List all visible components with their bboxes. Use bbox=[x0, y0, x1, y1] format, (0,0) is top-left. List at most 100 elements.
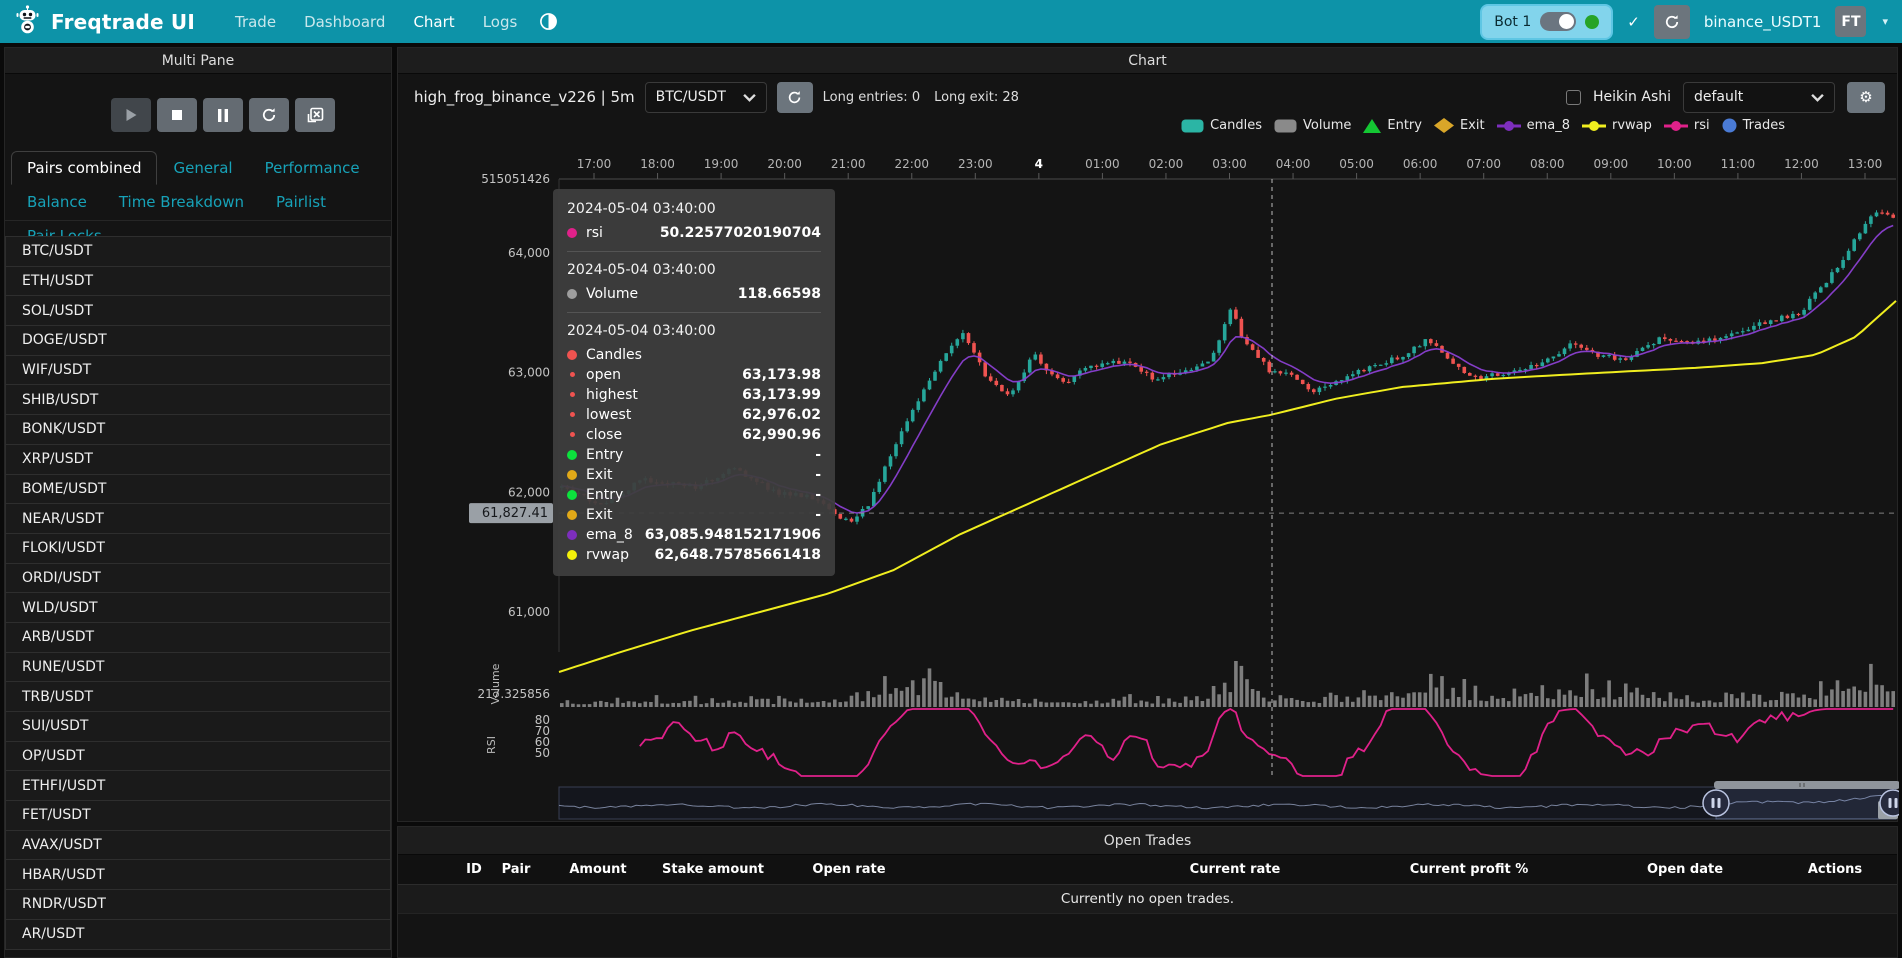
pair-row-near[interactable]: NEAR/USDT bbox=[5, 503, 391, 534]
pair-select[interactable]: BTC/USDT bbox=[645, 82, 767, 113]
pair-row-wld[interactable]: WLD/USDT bbox=[5, 592, 391, 623]
bot-selector[interactable]: Bot 1 bbox=[1480, 4, 1613, 40]
tooltip-value: - bbox=[815, 507, 821, 523]
brand[interactable]: Freqtrade UI bbox=[14, 4, 195, 39]
theme-toggle-icon[interactable] bbox=[539, 12, 558, 31]
pair-row-sui[interactable]: SUI/USDT bbox=[5, 711, 391, 742]
pair-row-ar[interactable]: AR/USDT bbox=[5, 919, 391, 950]
navbar: Freqtrade UI Trade Dashboard Chart Logs Bot… bbox=[0, 0, 1902, 43]
plot-config-select[interactable]: default bbox=[1683, 82, 1835, 113]
tab-pairlist[interactable]: Pairlist bbox=[260, 185, 342, 219]
series-dot-icon bbox=[570, 372, 575, 377]
reload-button[interactable] bbox=[249, 98, 289, 132]
pair-row-sol[interactable]: SOL/USDT bbox=[5, 295, 391, 326]
chevron-down-icon bbox=[1811, 93, 1824, 102]
svg-text:50: 50 bbox=[535, 746, 550, 760]
tooltip-value: - bbox=[815, 447, 821, 463]
nav-link-logs[interactable]: Logs bbox=[483, 13, 518, 31]
pair-row-op[interactable]: OP/USDT bbox=[5, 741, 391, 772]
pair-row-bonk[interactable]: BONK/USDT bbox=[5, 414, 391, 445]
chart-plot-area[interactable]: 17:0018:0019:0020:0021:0022:0023:00401:0… bbox=[398, 144, 1899, 823]
series-dot-icon bbox=[567, 228, 577, 238]
svg-text:19:00: 19:00 bbox=[704, 157, 739, 171]
pair-row-rndr[interactable]: RNDR/USDT bbox=[5, 889, 391, 920]
series-dot-icon bbox=[570, 392, 575, 397]
tooltip-label: open bbox=[586, 367, 742, 383]
chart-refresh-button[interactable] bbox=[777, 82, 813, 113]
open-trades-panel: Open Trades IDPairAmountStake amountOpen… bbox=[397, 826, 1898, 958]
column-header-open-date: Open date bbox=[1647, 862, 1723, 877]
legend-item-exit[interactable]: Exit bbox=[1434, 118, 1485, 133]
pair-row-shib[interactable]: SHIB/USDT bbox=[5, 384, 391, 415]
pair-row-floki[interactable]: FLOKI/USDT bbox=[5, 533, 391, 564]
pair-row-doge[interactable]: DOGE/USDT bbox=[5, 325, 391, 356]
pair-row-btc[interactable]: BTC/USDT bbox=[5, 236, 391, 267]
freqtrade-robot-logo bbox=[14, 4, 41, 39]
chevron-down-icon bbox=[743, 93, 756, 102]
play-button[interactable] bbox=[111, 98, 151, 132]
pair-row-bome[interactable]: BOME/USDT bbox=[5, 474, 391, 505]
svg-text:13:00: 13:00 bbox=[1848, 157, 1883, 171]
tab-time-breakdown[interactable]: Time Breakdown bbox=[103, 185, 260, 219]
legend-item-ema_8[interactable]: ema_8 bbox=[1497, 118, 1570, 133]
empty-message: Currently no open trades. bbox=[1061, 891, 1234, 907]
pair-row-fet[interactable]: FET/USDT bbox=[5, 800, 391, 831]
pair-row-hbar[interactable]: HBAR/USDT bbox=[5, 859, 391, 890]
legend-item-rvwap[interactable]: rvwap bbox=[1582, 118, 1652, 133]
pair-row-eth[interactable]: ETH/USDT bbox=[5, 266, 391, 297]
pair-row-ordi[interactable]: ORDI/USDT bbox=[5, 563, 391, 594]
tooltip-label: rsi bbox=[586, 225, 660, 241]
nav-links: Trade Dashboard Chart Logs bbox=[221, 13, 531, 31]
tab-pairs-combined[interactable]: Pairs combined bbox=[11, 151, 157, 185]
legend-item-entry[interactable]: Entry bbox=[1363, 118, 1422, 133]
bot-toggle[interactable] bbox=[1540, 12, 1576, 31]
tooltip-section: 2024-05-04 03:40:00 rsi 50.2257702019070… bbox=[567, 201, 821, 241]
tooltip-label: Volume bbox=[586, 286, 738, 302]
tooltip-row-lowest: lowest 62,976.02 bbox=[567, 406, 821, 423]
column-header-amount: Amount bbox=[569, 862, 626, 877]
stop-button[interactable] bbox=[157, 98, 197, 132]
legend-item-trades[interactable]: Trades bbox=[1722, 118, 1785, 133]
pair-row-xrp[interactable]: XRP/USDT bbox=[5, 444, 391, 475]
avatar[interactable]: FT bbox=[1835, 6, 1866, 37]
legend-item-candles[interactable]: Candles bbox=[1181, 118, 1262, 133]
tooltip-value: 62,990.96 bbox=[742, 427, 821, 443]
svg-text:10:00: 10:00 bbox=[1657, 157, 1692, 171]
pair-row-arb[interactable]: ARB/USDT bbox=[5, 622, 391, 653]
pair-row-wif[interactable]: WIF/USDT bbox=[5, 355, 391, 386]
nav-link-dashboard[interactable]: Dashboard bbox=[304, 13, 385, 31]
chevron-down-icon[interactable]: ▾ bbox=[1882, 15, 1888, 28]
clear-icon-button[interactable] bbox=[295, 98, 335, 132]
plot-settings-gear-button[interactable]: ⚙ bbox=[1847, 82, 1885, 113]
pair-row-rune[interactable]: RUNE/USDT bbox=[5, 652, 391, 683]
series-dot-icon bbox=[567, 289, 577, 299]
tooltip-row-ema_8: ema_8 63,085.948152171906 bbox=[567, 526, 821, 543]
tooltip-label: Candles bbox=[586, 347, 821, 363]
svg-text:09:00: 09:00 bbox=[1594, 157, 1629, 171]
svg-text:17:00: 17:00 bbox=[577, 157, 612, 171]
svg-text:02:00: 02:00 bbox=[1149, 157, 1184, 171]
tooltip-row-close: close 62,990.96 bbox=[567, 426, 821, 443]
open-trades-title: Open Trades bbox=[1104, 833, 1191, 849]
legend-item-volume[interactable]: Volume bbox=[1274, 118, 1351, 133]
tooltip-value: 62,976.02 bbox=[742, 407, 821, 423]
tab-balance[interactable]: Balance bbox=[11, 185, 103, 219]
chart-tooltip: 2024-05-04 03:40:00 rsi 50.2257702019070… bbox=[553, 189, 835, 576]
tooltip-label: rvwap bbox=[586, 547, 655, 563]
legend-item-rsi[interactable]: rsi bbox=[1664, 118, 1710, 133]
heikin-ashi-checkbox[interactable] bbox=[1566, 90, 1581, 105]
entry-triangle-icon bbox=[1363, 119, 1381, 133]
pair-row-ethfi[interactable]: ETHFI/USDT bbox=[5, 770, 391, 801]
tooltip-value: - bbox=[815, 487, 821, 503]
tooltip-value: - bbox=[815, 467, 821, 483]
pause-button[interactable] bbox=[203, 98, 243, 132]
pair-row-avax[interactable]: AVAX/USDT bbox=[5, 830, 391, 861]
nav-link-trade[interactable]: Trade bbox=[235, 13, 276, 31]
global-refresh-button[interactable] bbox=[1654, 5, 1690, 39]
tab-performance[interactable]: Performance bbox=[249, 151, 376, 185]
pair-row-trb[interactable]: TRB/USDT bbox=[5, 681, 391, 712]
nav-link-chart[interactable]: Chart bbox=[413, 13, 454, 31]
check-icon: ✓ bbox=[1627, 13, 1640, 31]
tab-general[interactable]: General bbox=[157, 151, 248, 185]
column-header-stake-amount: Stake amount bbox=[662, 862, 764, 877]
